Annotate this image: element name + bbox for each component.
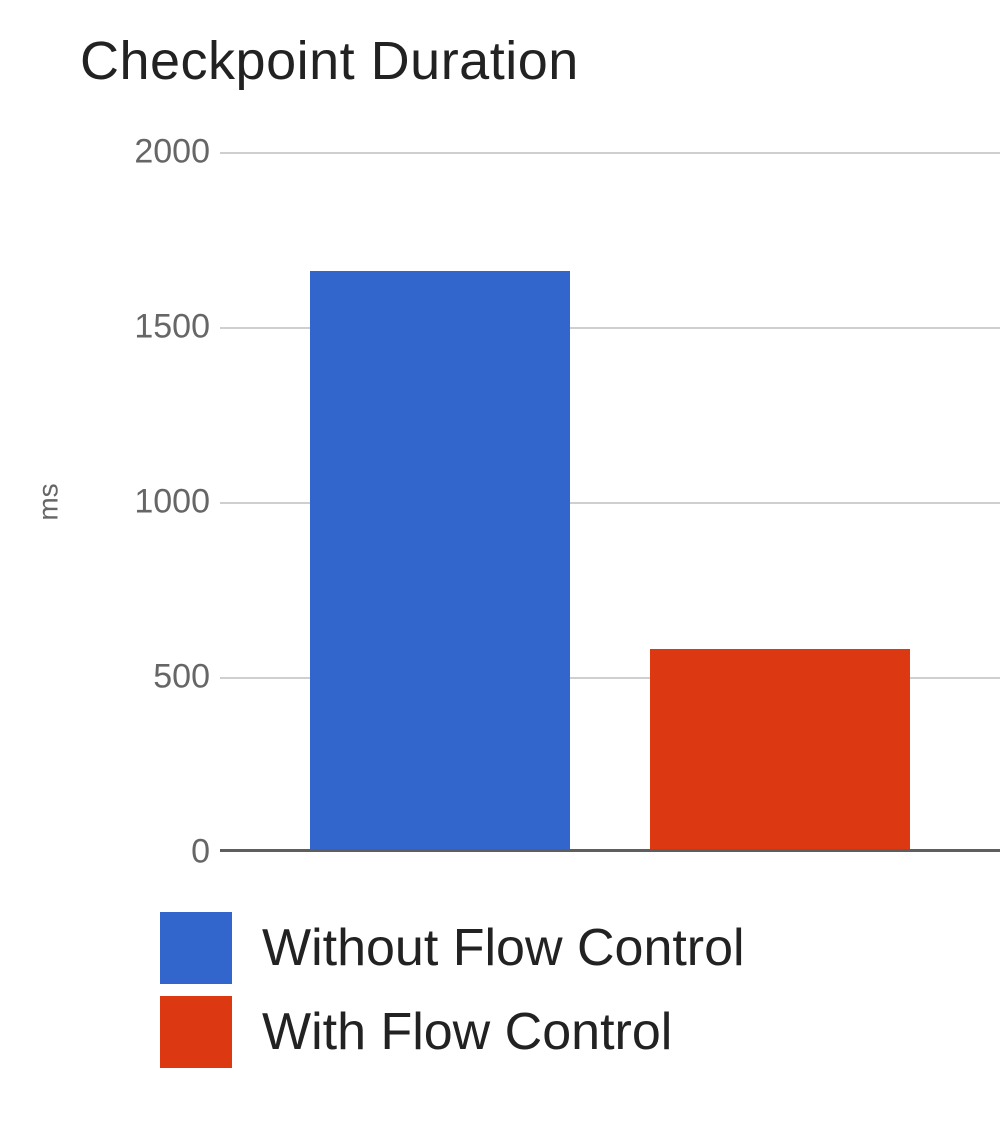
legend-item-with-flow-control: With Flow Control bbox=[160, 996, 980, 1068]
bar-without-flow-control bbox=[310, 271, 570, 852]
legend-label: With Flow Control bbox=[262, 1002, 672, 1062]
legend-swatch bbox=[160, 996, 232, 1068]
y-tick-label: 1000 bbox=[60, 483, 210, 522]
y-tick-label: 1500 bbox=[60, 308, 210, 347]
legend-item-without-flow-control: Without Flow Control bbox=[160, 912, 980, 984]
x-axis-baseline bbox=[220, 849, 1000, 852]
chart-area: ms 0 500 1000 1500 2000 bbox=[40, 112, 1000, 892]
chart-page: Checkpoint Duration ms 0 500 1000 1500 2… bbox=[0, 0, 1000, 1123]
y-tick-label: 500 bbox=[60, 658, 210, 697]
bars-container bbox=[220, 152, 1000, 852]
chart-title: Checkpoint Duration bbox=[80, 30, 980, 92]
bar-with-flow-control bbox=[650, 649, 910, 852]
y-tick-label: 2000 bbox=[60, 133, 210, 172]
legend-label: Without Flow Control bbox=[262, 918, 745, 978]
plot-area bbox=[220, 152, 1000, 852]
y-tick-label: 0 bbox=[60, 833, 210, 872]
legend: Without Flow Control With Flow Control bbox=[160, 912, 980, 1068]
legend-swatch bbox=[160, 912, 232, 984]
